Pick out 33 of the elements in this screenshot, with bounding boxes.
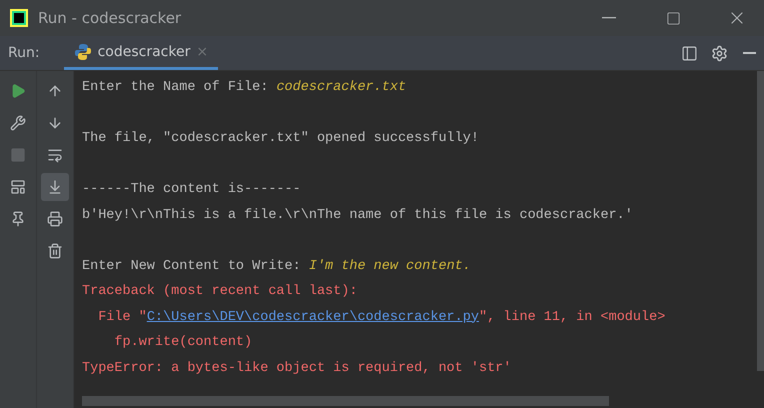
console-line: File "C:\Users\DEV\codescracker\codescracker.py", line 11, in <module> (97, 308, 666, 326)
run-icon (10, 83, 26, 99)
console-line: TypeError: a bytes-like object is required, not 'str' (82, 360, 512, 378)
maximize-icon (666, 10, 680, 26)
pin-icon (10, 211, 26, 227)
console-line: fp.write(content) (113, 334, 252, 352)
console-line: ------The content is------- (82, 181, 301, 199)
window-title: Run - codescracker (38, 9, 182, 27)
wrap-icon (47, 147, 63, 163)
app-logo-icon (10, 9, 28, 27)
minimize-icon (602, 17, 616, 19)
run-tab[interactable]: codescracker × (64, 36, 218, 70)
printer-icon (47, 211, 63, 227)
scroll-to-end-icon (47, 179, 63, 195)
python-icon (74, 42, 92, 60)
down-arrow-icon (47, 115, 63, 131)
settings-icon (710, 44, 728, 62)
panel-icon (680, 44, 698, 62)
vertical-scrollbar[interactable] (757, 71, 764, 371)
minus-icon (742, 52, 756, 54)
up-arrow-icon (47, 83, 63, 99)
console-line: b'Hey!\r\nThis is a file.\r\nThe name of this file is codescracker.' (82, 206, 633, 224)
stop-icon (10, 147, 26, 163)
layout-icon (10, 179, 26, 195)
trash-icon (47, 243, 63, 259)
console-line: The file, "codescracker.txt" opened successfully! (82, 130, 479, 148)
run-label: Run: (8, 45, 40, 61)
wrench-icon (10, 115, 26, 131)
console-line: Enter the Name of File: codescracker.txt (82, 79, 406, 97)
horizontal-scrollbar[interactable] (82, 396, 609, 406)
console-line: Enter New Content to Write: I'm the new content. (82, 258, 471, 276)
scroll-to-end-button[interactable] (41, 173, 69, 201)
console-line: Traceback (most recent call last): (82, 283, 358, 301)
